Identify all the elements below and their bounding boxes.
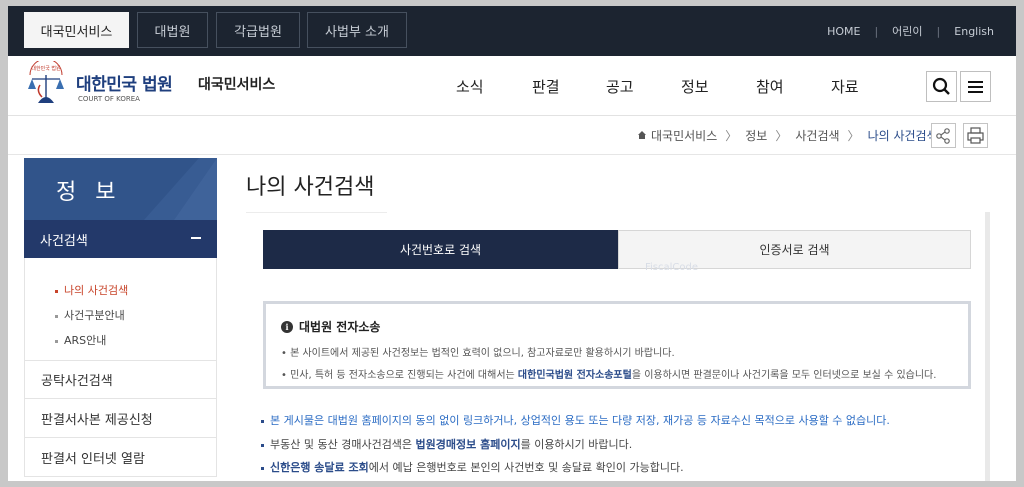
divider: [246, 212, 387, 213]
sidebar-heading: 정 보: [24, 158, 217, 220]
notice-text: 민사, 특허 등 전자소송으로 진행되는 사건에 대해서는: [290, 370, 518, 381]
sidebar-heading-title: 정 보: [56, 180, 122, 205]
site-logo-subtitle: COURT OF KOREA: [78, 95, 140, 103]
bullet-icon: [261, 466, 264, 470]
court-emblem-icon[interactable]: 대한민국 법원: [22, 61, 70, 107]
info-text: 부동산 및 동산 경매사건검색은: [270, 438, 416, 451]
breadcrumb-item[interactable]: 대국민서비스: [651, 127, 717, 144]
search-icon: [932, 77, 950, 95]
site-service-name[interactable]: 대국민서비스: [198, 74, 275, 94]
submenu-label: 사건구분안내: [64, 309, 125, 322]
top-tab-judiciary-intro[interactable]: 사법부 소개: [307, 12, 407, 48]
notice-title: i 대법원 전자소송: [281, 318, 380, 335]
bullet-icon: [55, 339, 58, 343]
bullet-icon: [55, 314, 58, 318]
info-icon: i: [281, 320, 293, 333]
sidebar-item-label: 판결서 인터넷 열람: [41, 451, 145, 467]
bulleted-info-line: 신한은행 송달료 조회에서 예납 은행번호로 본인의 사건번호 및 송달료 확인…: [261, 459, 684, 475]
sidebar-item-judgment-copy-request[interactable]: 판결서사본 제공신청: [24, 399, 217, 438]
top-links: HOME | 어린이 | English: [827, 6, 994, 56]
search-button[interactable]: [926, 71, 957, 102]
notice-title-text: 대법원 전자소송: [299, 320, 381, 334]
divider: |: [936, 24, 941, 38]
notice-text: 을 이용하시면 판결문이나 사건기록을 모두 인터넷으로 보실 수 있습니다.: [631, 370, 937, 381]
site-header: 대한민국 법원 대한민국 법원 COURT OF KOREA 대국민서비스 소식…: [8, 56, 1016, 116]
divider: |: [874, 24, 879, 38]
submenu-label: ARS안내: [64, 334, 107, 347]
bullet-icon: [261, 443, 264, 447]
bulleted-info-line: 부동산 및 동산 경매사건검색은 법원경매정보 홈페이지를 이용하시기 바랍니다…: [261, 436, 632, 452]
sidebar-item-label: 공탁사건검색: [41, 374, 113, 389]
hamburger-menu-icon: [968, 81, 983, 93]
e-litigation-portal-link[interactable]: 대한민국법원 전자소송포털: [518, 370, 632, 381]
chevron-right-icon: 〉: [725, 128, 738, 143]
notice-text: 본 사이트에서 제공된 사건정보는 법적인 효력이 없으니, 참고자료로만 활용…: [290, 348, 675, 359]
nav-participation[interactable]: 참여: [756, 76, 784, 97]
content-scrollbar[interactable]: [985, 212, 990, 481]
watermark: FiscalCode: [645, 262, 699, 273]
submenu-case-category[interactable]: 사건구분안내: [55, 307, 125, 323]
submenu-my-case-search[interactable]: 나의 사건검색: [55, 282, 128, 298]
nav-info[interactable]: 정보: [681, 76, 709, 97]
home-icon: [638, 131, 646, 139]
kids-link[interactable]: 어린이: [892, 23, 922, 39]
bullet-icon: [261, 419, 264, 423]
tab-search-by-case-number[interactable]: 사건번호로 검색: [263, 230, 618, 269]
top-tab-supreme-court[interactable]: 대법원: [137, 12, 208, 48]
top-tab-all-courts[interactable]: 각급법원: [216, 12, 300, 48]
menu-button[interactable]: [960, 71, 991, 102]
english-link[interactable]: English: [954, 25, 994, 38]
bulleted-info-line: 본 게시물은 대법원 홈페이지의 동의 없이 링크하거나, 상업적인 용도 또는…: [261, 412, 890, 428]
sidebar-item-case-search[interactable]: 사건검색: [24, 220, 217, 258]
home-link[interactable]: HOME: [827, 25, 860, 38]
nav-news[interactable]: 소식: [456, 76, 484, 97]
notice-line: • 민사, 특허 등 전자소송으로 진행되는 사건에 대해서는 대한민국법원 전…: [281, 370, 937, 381]
chevron-right-icon: 〉: [847, 128, 860, 143]
e-litigation-notice-box: i 대법원 전자소송 • 본 사이트에서 제공된 사건정보는 법적인 효력이 없…: [263, 301, 971, 389]
breadcrumb: 대국민서비스 〉 정보 〉 사건검색 〉 나의 사건검색: [637, 127, 938, 143]
nav-notice[interactable]: 공고: [606, 76, 634, 97]
court-auction-homepage-link[interactable]: 법원경매정보 홈페이지: [416, 438, 521, 451]
notice-line: • 본 사이트에서 제공된 사건정보는 법적인 효력이 없으니, 참고자료로만 …: [281, 348, 675, 359]
nav-judgment[interactable]: 판결: [532, 76, 560, 97]
browser-frame: 대국민서비스 대법원 각급법원 사법부 소개 HOME | 어린이 | Engl…: [8, 6, 1016, 481]
printer-icon: [967, 127, 984, 144]
bullet-icon: [55, 289, 58, 293]
site-logo-title[interactable]: 대한민국 법원: [76, 70, 173, 95]
submenu-ars-guide[interactable]: ARS안내: [55, 332, 106, 348]
emblem-lettering: 대한민국 법원: [31, 65, 61, 72]
info-text: 를 이용하시기 바랍니다.: [520, 438, 633, 451]
share-icon: [936, 128, 950, 144]
copyright-warning-text: 본 게시물은 대법원 홈페이지의 동의 없이 링크하거나, 상업적인 용도 또는…: [270, 414, 890, 427]
breadcrumb-item[interactable]: 정보: [745, 127, 767, 144]
breadcrumb-item[interactable]: 사건검색: [795, 127, 839, 144]
breadcrumb-current: 나의 사건검색: [867, 128, 938, 143]
divider: [8, 154, 1016, 155]
collapse-minus-icon[interactable]: [191, 237, 201, 239]
top-bar: 대국민서비스 대법원 각급법원 사법부 소개 HOME | 어린이 | Engl…: [8, 6, 1016, 56]
info-text: 에서 예납 은행번호로 본인의 사건번호 및 송달료 확인이 가능합니다.: [368, 461, 684, 474]
shinhan-fee-inquiry-link[interactable]: 신한은행 송달료 조회: [270, 461, 369, 474]
page-title: 나의 사건검색: [246, 175, 375, 200]
print-button[interactable]: [963, 123, 988, 148]
sidebar-submenu: 나의 사건검색 사건구분안내 ARS안내: [24, 258, 217, 360]
sidebar-item-judgment-online-view[interactable]: 판결서 인터넷 열람: [24, 438, 217, 477]
share-button[interactable]: [931, 123, 956, 148]
chevron-right-icon: 〉: [775, 128, 788, 143]
sidebar-item-label: 판결서사본 제공신청: [41, 412, 153, 428]
top-tab-public-service[interactable]: 대국민서비스: [24, 12, 129, 48]
nav-materials[interactable]: 자료: [831, 76, 859, 97]
sidebar-item-label: 사건검색: [40, 233, 88, 249]
sidebar-item-deposit-search[interactable]: 공탁사건검색: [24, 360, 217, 399]
submenu-label: 나의 사건검색: [64, 284, 129, 297]
